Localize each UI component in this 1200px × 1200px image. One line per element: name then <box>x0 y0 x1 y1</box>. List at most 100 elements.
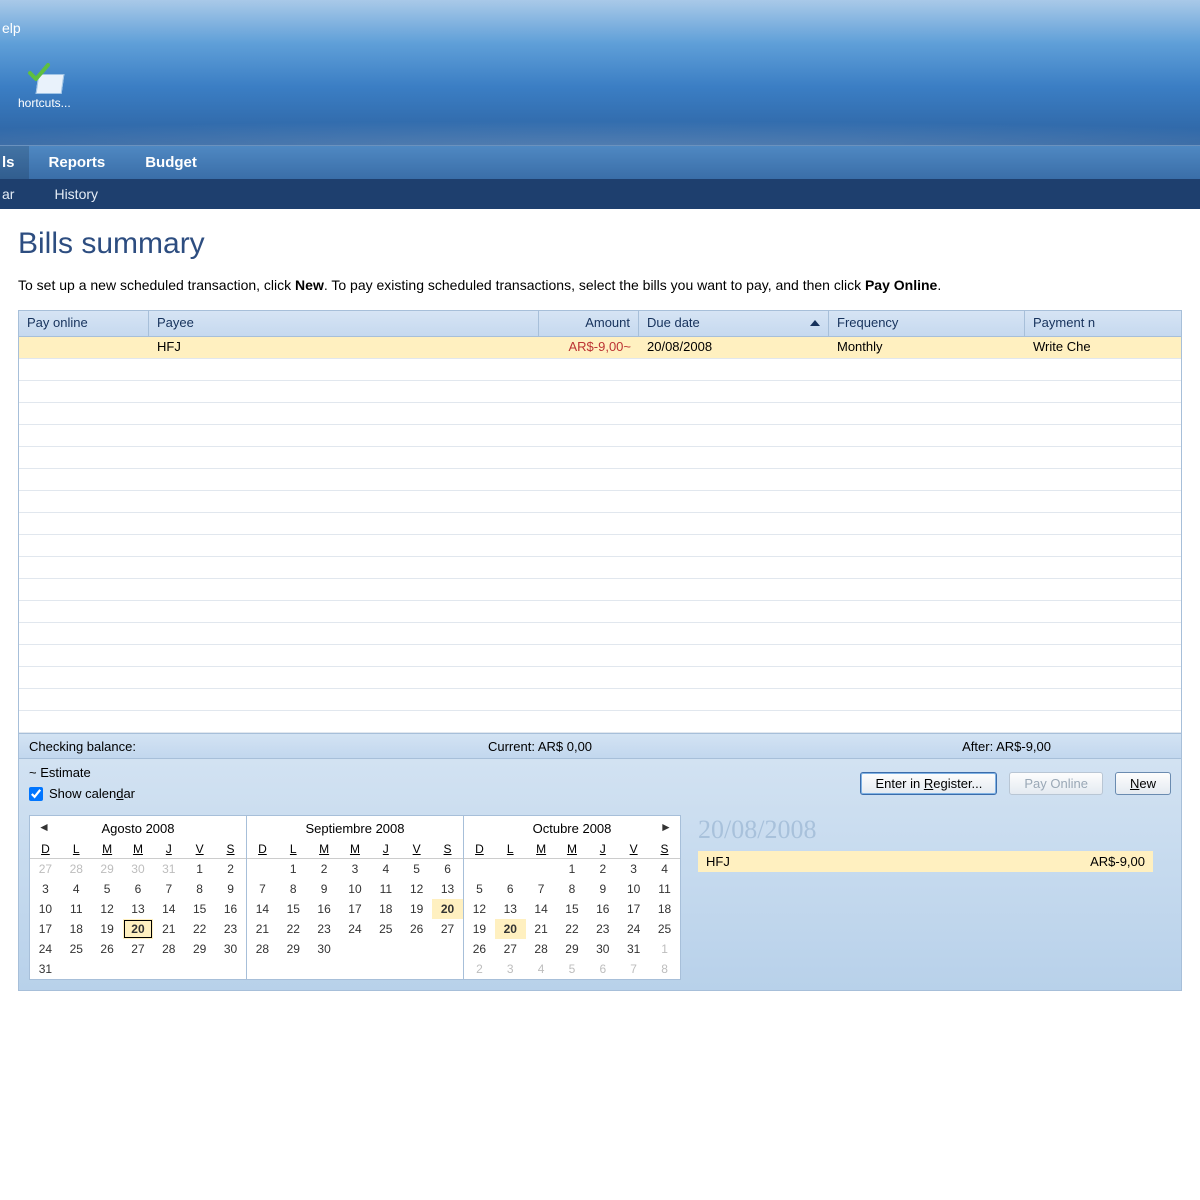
calendar-day[interactable]: 22 <box>184 919 215 939</box>
calendar-day[interactable]: 3 <box>340 859 371 880</box>
calendar-day[interactable]: 17 <box>30 919 61 939</box>
calendar-day[interactable]: 30 <box>587 939 618 959</box>
tab-reports[interactable]: Reports <box>29 146 126 179</box>
shortcuts-button[interactable]: hortcuts... <box>18 60 71 110</box>
col-payment-method[interactable]: Payment n <box>1025 311 1181 336</box>
calendar-day[interactable]: 19 <box>464 919 495 939</box>
calendar-day[interactable]: 27 <box>432 919 463 939</box>
calendar-day[interactable]: 12 <box>401 879 432 899</box>
calendar-day[interactable] <box>92 959 123 979</box>
calendar-day[interactable]: 23 <box>587 919 618 939</box>
calendar-day[interactable]: 11 <box>61 899 92 919</box>
calendar-day[interactable]: 18 <box>649 899 680 919</box>
calendar-day[interactable]: 29 <box>278 939 309 959</box>
calendar-day[interactable] <box>432 939 463 959</box>
show-calendar-checkbox[interactable]: Show calendar <box>29 786 135 801</box>
calendar-day[interactable] <box>123 959 154 979</box>
subtab-history[interactable]: History <box>34 186 118 202</box>
calendar-day[interactable]: 27 <box>30 859 61 880</box>
calendar-day[interactable]: 13 <box>432 879 463 899</box>
calendar-day[interactable]: 28 <box>526 939 557 959</box>
tab-budget[interactable]: Budget <box>125 146 217 179</box>
calendar-day[interactable]: 10 <box>340 879 371 899</box>
calendar-day[interactable]: 1 <box>278 859 309 880</box>
calendar-day[interactable]: 10 <box>30 899 61 919</box>
calendar-day[interactable]: 24 <box>340 919 371 939</box>
calendar-day[interactable]: 29 <box>184 939 215 959</box>
calendar-day[interactable]: 5 <box>557 959 588 979</box>
calendar-day[interactable]: 20 <box>495 919 526 939</box>
table-row[interactable]: HFJAR$-9,00~20/08/2008MonthlyWrite Che <box>19 337 1181 359</box>
calendar-day[interactable]: 21 <box>526 919 557 939</box>
calendar-day[interactable]: 29 <box>557 939 588 959</box>
calendar-day[interactable]: 27 <box>123 939 154 959</box>
calendar-day[interactable]: 28 <box>153 939 184 959</box>
calendar-day[interactable]: 4 <box>526 959 557 979</box>
calendar-day[interactable]: 2 <box>215 859 246 880</box>
calendar-day[interactable]: 22 <box>278 919 309 939</box>
calendar-day[interactable]: 7 <box>247 879 278 899</box>
calendar-day[interactable]: 10 <box>618 879 649 899</box>
calendar-day[interactable]: 6 <box>495 879 526 899</box>
calendar-day[interactable]: 14 <box>153 899 184 919</box>
calendar-day[interactable]: 20 <box>123 919 154 939</box>
calendar-day[interactable]: 2 <box>309 859 340 880</box>
calendar-day[interactable]: 8 <box>278 879 309 899</box>
calendar-day[interactable] <box>61 959 92 979</box>
calendar-day[interactable]: 24 <box>30 939 61 959</box>
calendar-day[interactable] <box>340 939 371 959</box>
col-due-date[interactable]: Due date <box>639 311 829 336</box>
calendar-day[interactable]: 9 <box>215 879 246 899</box>
calendar-day[interactable]: 3 <box>30 879 61 899</box>
calendar-day[interactable]: 25 <box>370 919 401 939</box>
calendar-day[interactable]: 26 <box>92 939 123 959</box>
calendar-day[interactable]: 21 <box>153 919 184 939</box>
calendar-day[interactable]: 23 <box>309 919 340 939</box>
calendar-day[interactable] <box>215 959 246 979</box>
calendar-day[interactable]: 13 <box>123 899 154 919</box>
calendar-day[interactable]: 31 <box>153 859 184 880</box>
calendar-day[interactable]: 1 <box>557 859 588 880</box>
col-amount[interactable]: Amount <box>539 311 639 336</box>
calendar-next-icon[interactable]: ► <box>658 820 674 834</box>
calendar-day[interactable]: 3 <box>495 959 526 979</box>
calendar-day[interactable]: 5 <box>92 879 123 899</box>
calendar-day[interactable] <box>370 939 401 959</box>
subtab-calendar[interactable]: ar <box>0 186 34 202</box>
calendar-day[interactable]: 23 <box>215 919 246 939</box>
calendar-day[interactable]: 30 <box>215 939 246 959</box>
calendar-day[interactable]: 1 <box>184 859 215 880</box>
calendar-day[interactable]: 29 <box>92 859 123 880</box>
calendar-day[interactable] <box>526 859 557 880</box>
calendar-day[interactable]: 4 <box>61 879 92 899</box>
show-calendar-input[interactable] <box>29 787 43 801</box>
calendar-day[interactable]: 7 <box>618 959 649 979</box>
calendar-day[interactable]: 11 <box>649 879 680 899</box>
calendar-day[interactable]: 19 <box>401 899 432 919</box>
calendar-day[interactable]: 16 <box>587 899 618 919</box>
calendar-day[interactable]: 22 <box>557 919 588 939</box>
calendar-day[interactable]: 19 <box>92 919 123 939</box>
calendar-day[interactable]: 20 <box>432 899 463 919</box>
calendar-day[interactable]: 3 <box>618 859 649 880</box>
calendar-day[interactable]: 7 <box>153 879 184 899</box>
calendar-day[interactable]: 8 <box>184 879 215 899</box>
calendar-day[interactable]: 17 <box>618 899 649 919</box>
calendar-day[interactable]: 6 <box>432 859 463 880</box>
calendar-day[interactable]: 13 <box>495 899 526 919</box>
calendar-day[interactable]: 24 <box>618 919 649 939</box>
calendar-day[interactable]: 4 <box>649 859 680 880</box>
calendar-day[interactable]: 15 <box>184 899 215 919</box>
calendar-day[interactable]: 12 <box>464 899 495 919</box>
calendar-day[interactable]: 14 <box>526 899 557 919</box>
calendar-day[interactable]: 8 <box>649 959 680 979</box>
calendar-day[interactable]: 2 <box>587 859 618 880</box>
calendar-day[interactable]: 30 <box>123 859 154 880</box>
calendar-day[interactable]: 16 <box>215 899 246 919</box>
calendar-day[interactable]: 15 <box>557 899 588 919</box>
calendar-day[interactable] <box>401 939 432 959</box>
calendar-day[interactable]: 26 <box>401 919 432 939</box>
calendar-day[interactable]: 9 <box>309 879 340 899</box>
enter-register-button[interactable]: Enter in Register... <box>860 772 997 795</box>
calendar-day[interactable]: 30 <box>309 939 340 959</box>
